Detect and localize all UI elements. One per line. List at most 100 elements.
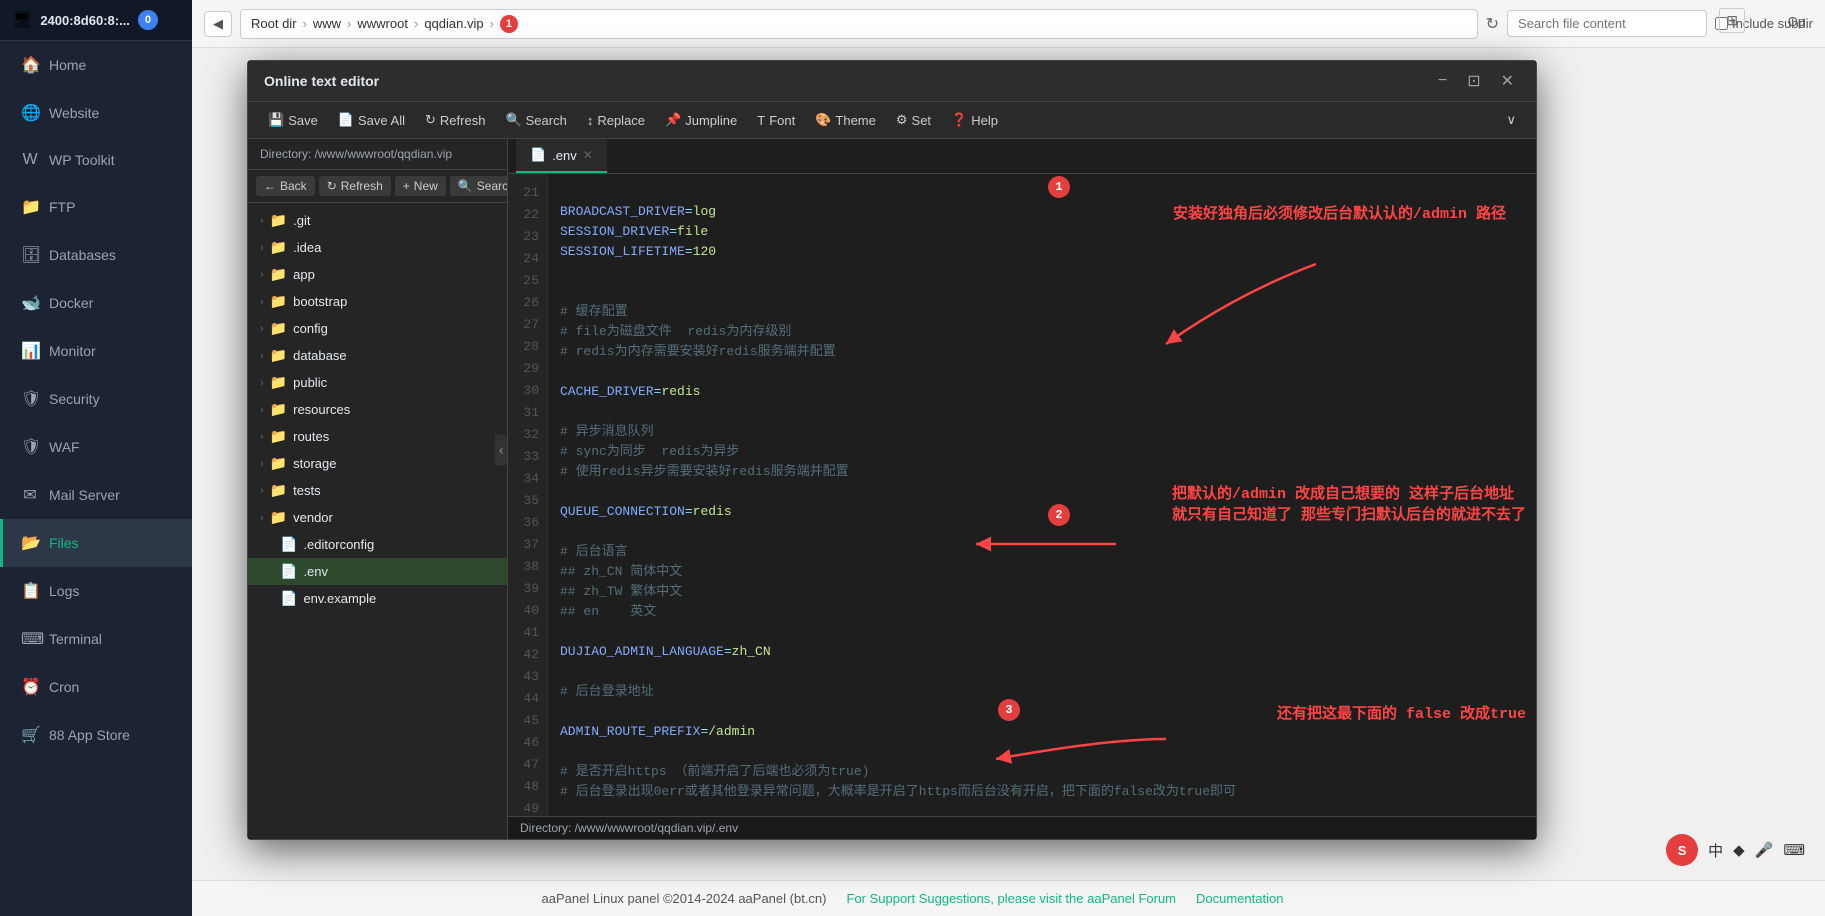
sidebar-item-terminal[interactable]: ⌨ Terminal bbox=[0, 615, 192, 663]
mail-server-icon: ✉ bbox=[21, 485, 39, 505]
dropdown-button[interactable]: ∨ bbox=[1498, 108, 1524, 132]
save-button[interactable]: 💾 Save bbox=[260, 108, 326, 132]
breadcrumb-root: Root dir bbox=[251, 16, 297, 31]
code-line[interactable]: # 缓存配置 bbox=[560, 302, 1524, 322]
sidebar-item-databases[interactable]: 🗄 Databases bbox=[0, 231, 192, 279]
code-line[interactable]: # sync为同步 redis为异步 bbox=[560, 442, 1524, 462]
code-line[interactable]: # redis为内存需要安装好redis服务端并配置 bbox=[560, 342, 1524, 362]
code-line[interactable]: DUJIAO_ADMIN_LANGUAGE=zh_CN bbox=[560, 642, 1524, 662]
tree-item[interactable]: 📄 .editorconfig bbox=[248, 531, 507, 558]
tree-item[interactable]: › 📁 app bbox=[248, 261, 507, 288]
code-line[interactable] bbox=[560, 662, 1524, 682]
tree-search-button[interactable]: 🔍 Search bbox=[450, 176, 508, 196]
modal-minimize-button[interactable]: − bbox=[1432, 69, 1453, 93]
code-area: 📄 .env ✕ 2122232425262728293031323334353… bbox=[508, 139, 1536, 839]
help-button[interactable]: ❓ Help bbox=[943, 108, 1006, 132]
support-link[interactable]: For Support Suggestions, please visit th… bbox=[846, 891, 1176, 906]
code-line[interactable]: # 异步消息队列 bbox=[560, 422, 1524, 442]
line-number: 45 bbox=[508, 710, 547, 732]
sidebar-item-waf[interactable]: 🛡 WAF bbox=[0, 423, 192, 471]
tree-back-button[interactable]: ← Back bbox=[256, 176, 315, 196]
code-line[interactable]: ADMIN_ROUTE_PREFIX=/admin bbox=[560, 722, 1524, 742]
sidebar-item-ftp[interactable]: 📁 FTP bbox=[0, 183, 192, 231]
code-line[interactable] bbox=[560, 362, 1524, 382]
code-line[interactable] bbox=[560, 262, 1524, 282]
main-area: ◀ Root dir › www › wwwroot › qqdian.vip … bbox=[192, 0, 1825, 916]
tree-item[interactable]: › 📁 public bbox=[248, 369, 507, 396]
sidebar-item-cron[interactable]: ⏰ Cron bbox=[0, 663, 192, 711]
tree-item[interactable]: 📄 env.example bbox=[248, 585, 507, 612]
sidebar-item-home[interactable]: 🏠 Home bbox=[0, 41, 192, 89]
font-icon: T bbox=[757, 113, 765, 128]
grid-view-button[interactable]: ⊞ bbox=[1719, 8, 1745, 33]
code-line[interactable] bbox=[560, 802, 1524, 816]
tree-item[interactable]: › 📁 tests bbox=[248, 477, 507, 504]
font-button[interactable]: T Font bbox=[749, 109, 803, 132]
save-all-button[interactable]: 📄 Save All bbox=[330, 108, 413, 132]
code-line[interactable]: ## en 英文 bbox=[560, 602, 1524, 622]
sidebar-item-website[interactable]: 🌐 Website bbox=[0, 89, 192, 137]
tree-item-label: resources bbox=[293, 402, 350, 417]
file-icon: 📄 bbox=[280, 590, 297, 607]
replace-button[interactable]: ↕ Replace bbox=[579, 109, 653, 132]
code-line[interactable]: SESSION_DRIVER=file bbox=[560, 222, 1524, 242]
code-line[interactable]: ## zh_TW 繁体中文 bbox=[560, 582, 1524, 602]
refresh-button[interactable]: ↻ Refresh bbox=[417, 108, 493, 132]
tree-item[interactable]: › 📁 database bbox=[248, 342, 507, 369]
sidebar-item-docker[interactable]: 🐋 Docker bbox=[0, 279, 192, 327]
tree-item[interactable]: 📄 .env bbox=[248, 558, 507, 585]
sidebar-item-app-store[interactable]: 🛒 88 App Store bbox=[0, 711, 192, 759]
jumpline-button[interactable]: 📌 Jumpline bbox=[657, 108, 745, 132]
tree-refresh-button[interactable]: ↻ Refresh bbox=[319, 176, 391, 196]
tree-new-button[interactable]: + New bbox=[395, 176, 446, 196]
folder-icon: 📁 bbox=[270, 509, 287, 526]
sidebar-item-files[interactable]: 📂 Files bbox=[0, 519, 192, 567]
collapse-panel-button[interactable]: ‹ bbox=[495, 435, 507, 466]
search-button[interactable]: 🔍 Search bbox=[497, 108, 574, 132]
sidebar-item-security[interactable]: 🛡 Security bbox=[0, 375, 192, 423]
sidebar-label-website: Website bbox=[49, 105, 99, 121]
code-line[interactable]: # 后台语言 bbox=[560, 542, 1524, 562]
theme-button[interactable]: 🎨 Theme bbox=[807, 108, 884, 132]
tree-item[interactable]: › 📁 .git bbox=[248, 207, 507, 234]
modal-close-button[interactable]: ✕ bbox=[1495, 69, 1520, 93]
code-line[interactable] bbox=[560, 402, 1524, 422]
code-line[interactable]: SESSION_LIFETIME=120 bbox=[560, 242, 1524, 262]
annotation-2-text: 把默认的/admin 改成自己想要的 这样子后台地址就只有自己知道了 那些专门扫… bbox=[1172, 484, 1526, 526]
tree-item[interactable]: › 📁 bootstrap bbox=[248, 288, 507, 315]
search-file-input[interactable] bbox=[1507, 10, 1707, 37]
code-line[interactable]: CACHE_DRIVER=redis bbox=[560, 382, 1524, 402]
tree-item[interactable]: › 📁 resources bbox=[248, 396, 507, 423]
docs-link[interactable]: Documentation bbox=[1196, 891, 1283, 906]
file-tree: Directory: /www/wwwroot/qqdian.vip ← Bac… bbox=[248, 139, 508, 839]
code-line[interactable]: ## zh_CN 简体中文 bbox=[560, 562, 1524, 582]
code-line[interactable]: # 后台登录地址 bbox=[560, 682, 1524, 702]
sidebar-item-mail-server[interactable]: ✉ Mail Server bbox=[0, 471, 192, 519]
tab-env[interactable]: 📄 .env ✕ bbox=[516, 139, 607, 173]
tree-item[interactable]: › 📁 routes bbox=[248, 423, 507, 450]
set-button[interactable]: ⚙ Set bbox=[888, 108, 939, 132]
back-button[interactable]: ◀ bbox=[204, 11, 232, 37]
code-line[interactable] bbox=[560, 182, 1524, 202]
tree-item[interactable]: › 📁 config bbox=[248, 315, 507, 342]
code-line[interactable]: # 是否开启https （前端开启了后端也必须为true) bbox=[560, 762, 1524, 782]
tab-close-button[interactable]: ✕ bbox=[583, 148, 593, 162]
code-line[interactable]: # file为磁盘文件 redis为内存级别 bbox=[560, 322, 1524, 342]
sidebar-item-logs[interactable]: 📋 Logs bbox=[0, 567, 192, 615]
lang-icon: 中 bbox=[1708, 840, 1723, 861]
folder-icon: 📁 bbox=[270, 401, 287, 418]
tree-item[interactable]: › 📁 .idea bbox=[248, 234, 507, 261]
code-line[interactable] bbox=[560, 622, 1524, 642]
modal-maximize-button[interactable]: ⊡ bbox=[1461, 69, 1486, 93]
folder-icon: 📁 bbox=[270, 455, 287, 472]
code-line[interactable]: # 使用redis异步需要安装好redis服务端并配置 bbox=[560, 462, 1524, 482]
tree-item[interactable]: › 📁 storage bbox=[248, 450, 507, 477]
sidebar-item-monitor[interactable]: 📊 Monitor bbox=[0, 327, 192, 375]
tree-item[interactable]: › 📁 vendor bbox=[248, 504, 507, 531]
code-line[interactable] bbox=[560, 742, 1524, 762]
sidebar-item-wp-toolkit[interactable]: W WP Toolkit bbox=[0, 137, 192, 183]
code-editor[interactable]: 2122232425262728293031323334353637383940… bbox=[508, 174, 1536, 816]
code-line[interactable]: # 后台登录出现0err或者其他登录异常问题，大概率是开启了https而后台没有… bbox=[560, 782, 1524, 802]
path-refresh-button[interactable]: ↻ bbox=[1486, 14, 1499, 34]
code-line[interactable] bbox=[560, 282, 1524, 302]
